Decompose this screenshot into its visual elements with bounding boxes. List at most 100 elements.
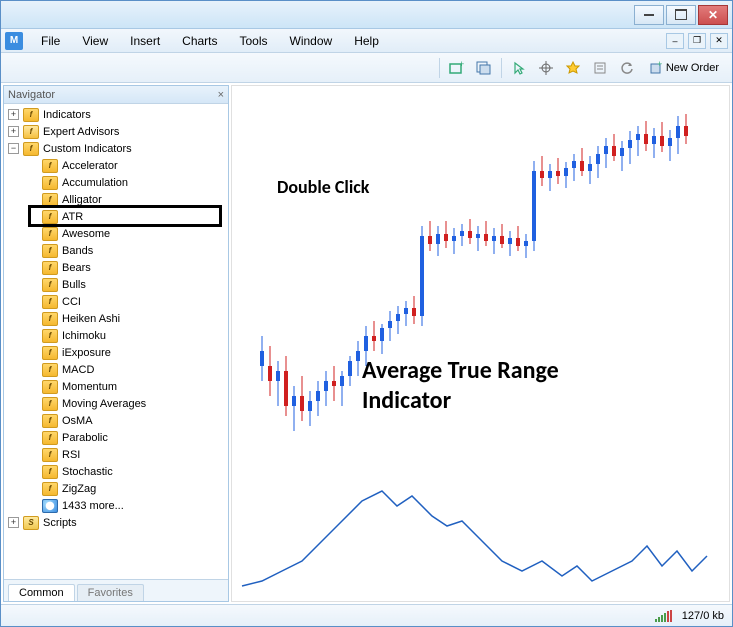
tree-item-rsi[interactable]: f RSI <box>4 446 228 463</box>
menu-view[interactable]: View <box>72 32 118 50</box>
window-minimize-button[interactable] <box>634 5 664 25</box>
tree-item-heiken-ashi[interactable]: f Heiken Ashi <box>4 310 228 327</box>
tree-label: Heiken Ashi <box>62 313 120 325</box>
tree-label: Accumulation <box>62 177 128 189</box>
tree-item-bulls[interactable]: f Bulls <box>4 276 228 293</box>
tree-item-atr[interactable]: f ATR <box>4 208 228 225</box>
tree-label: 1433 more... <box>62 500 124 512</box>
toolbar: + + New Order <box>1 53 732 83</box>
menu-tools[interactable]: Tools <box>230 32 278 50</box>
tree-item-cci[interactable]: f CCI <box>4 293 228 310</box>
indicator-icon: f <box>42 210 58 224</box>
refresh-icon <box>620 61 634 75</box>
tree-item-zigzag[interactable]: f ZigZag <box>4 480 228 497</box>
app-window: ✕ M File View Insert Charts Tools Window… <box>0 0 733 627</box>
crosshair-icon <box>539 61 553 75</box>
menu-help[interactable]: Help <box>344 32 389 50</box>
content-area: Navigator × + f Indicators + f Expert Ad… <box>1 83 732 604</box>
tree-item-moving-averages[interactable]: f Moving Averages <box>4 395 228 412</box>
cursor-icon <box>512 61 526 75</box>
mdi-minimize-button[interactable]: – <box>666 33 684 49</box>
favorite-button[interactable] <box>561 57 585 79</box>
tree-item-iexposure[interactable]: f iExposure <box>4 344 228 361</box>
navigator-tree[interactable]: + f Indicators + f Expert Advisors − f C… <box>4 104 228 579</box>
menu-file[interactable]: File <box>31 32 70 50</box>
crosshair-button[interactable] <box>534 57 558 79</box>
titlebar: ✕ <box>1 1 732 29</box>
navigator-tab-favorites[interactable]: Favorites <box>77 584 144 601</box>
window-maximize-button[interactable] <box>666 5 696 25</box>
indicator-icon: f <box>42 482 58 496</box>
mdi-restore-button[interactable]: ❐ <box>688 33 706 49</box>
tree-item-momentum[interactable]: f Momentum <box>4 378 228 395</box>
tree-label: Awesome <box>62 228 110 240</box>
expander-icon[interactable]: + <box>8 126 19 137</box>
menu-window[interactable]: Window <box>280 32 343 50</box>
price-chart <box>232 86 722 456</box>
tree-item-bands[interactable]: f Bands <box>4 242 228 259</box>
atr-indicator-chart <box>232 466 722 604</box>
window-close-button[interactable]: ✕ <box>698 5 728 25</box>
tree-label: Momentum <box>62 381 117 393</box>
tree-label: Custom Indicators <box>43 143 132 155</box>
new-chart-button[interactable]: + <box>445 57 469 79</box>
navigator-header: Navigator × <box>4 86 228 104</box>
order-icon: + <box>649 61 663 75</box>
tree-label: Scripts <box>43 517 77 529</box>
tree-node-indicators[interactable]: + f Indicators <box>4 106 228 123</box>
tree-label: Stochastic <box>62 466 113 478</box>
menubar: M File View Insert Charts Tools Window H… <box>1 29 732 53</box>
toolbar-divider <box>501 58 502 78</box>
navigator-tab-common[interactable]: Common <box>8 584 75 601</box>
navigator-close-button[interactable]: × <box>218 89 224 101</box>
tree-item-parabolic[interactable]: f Parabolic <box>4 429 228 446</box>
tree-item-bears[interactable]: f Bears <box>4 259 228 276</box>
cursor-button[interactable] <box>507 57 531 79</box>
tree-item-ichimoku[interactable]: f Ichimoku <box>4 327 228 344</box>
refresh-button[interactable] <box>615 57 639 79</box>
annotation-double-click: Double Click <box>277 176 369 198</box>
tree-item-accumulation[interactable]: f Accumulation <box>4 174 228 191</box>
expander-icon[interactable]: − <box>8 143 19 154</box>
tree-label: Moving Averages <box>62 398 146 410</box>
tree-label: RSI <box>62 449 80 461</box>
new-order-label: New Order <box>666 62 719 74</box>
navigator-title: Navigator <box>8 89 55 101</box>
annotation-title-line1: Average True Range <box>362 356 559 385</box>
status-traffic: 127/0 kb <box>682 610 724 622</box>
toolbar-divider <box>439 58 440 78</box>
menu-charts[interactable]: Charts <box>172 32 227 50</box>
script-icon: S <box>23 516 39 530</box>
tree-label: OsMA <box>62 415 93 427</box>
profiles-button[interactable] <box>472 57 496 79</box>
tree-label: Parabolic <box>62 432 108 444</box>
expander-icon[interactable]: + <box>8 517 19 528</box>
tree-label: iExposure <box>62 347 111 359</box>
tree-label: Expert Advisors <box>43 126 119 138</box>
navigator-panel: Navigator × + f Indicators + f Expert Ad… <box>3 85 229 602</box>
tree-item-accelerator[interactable]: f Accelerator <box>4 157 228 174</box>
tree-label: Ichimoku <box>62 330 106 342</box>
expander-icon[interactable]: + <box>8 109 19 120</box>
object-list-button[interactable] <box>588 57 612 79</box>
tree-label: Alligator <box>62 194 102 206</box>
tree-item-macd[interactable]: f MACD <box>4 361 228 378</box>
annotation-title-line2: Indicator <box>362 386 451 415</box>
tree-node-expert-advisors[interactable]: + f Expert Advisors <box>4 123 228 140</box>
tree-label: ZigZag <box>62 483 96 495</box>
tree-label: Accelerator <box>62 160 118 172</box>
new-order-button[interactable]: + New Order <box>642 57 726 79</box>
tree-label: Bands <box>62 245 93 257</box>
indicator-icon: f <box>42 397 58 411</box>
tree-item-stochastic[interactable]: f Stochastic <box>4 463 228 480</box>
chart-area[interactable]: Double Click Average True Range Indicato… <box>231 85 730 602</box>
tree-item-awesome[interactable]: f Awesome <box>4 225 228 242</box>
tree-node-scripts[interactable]: + S Scripts <box>4 514 228 531</box>
tree-item-osma[interactable]: f OsMA <box>4 412 228 429</box>
mdi-close-button[interactable]: ✕ <box>710 33 728 49</box>
menu-insert[interactable]: Insert <box>120 32 170 50</box>
tree-node-custom-indicators[interactable]: − f Custom Indicators <box>4 140 228 157</box>
tree-item-alligator[interactable]: f Alligator <box>4 191 228 208</box>
tree-item-more[interactable]: ⬤ 1433 more... <box>4 497 228 514</box>
indicator-icon: f <box>42 431 58 445</box>
